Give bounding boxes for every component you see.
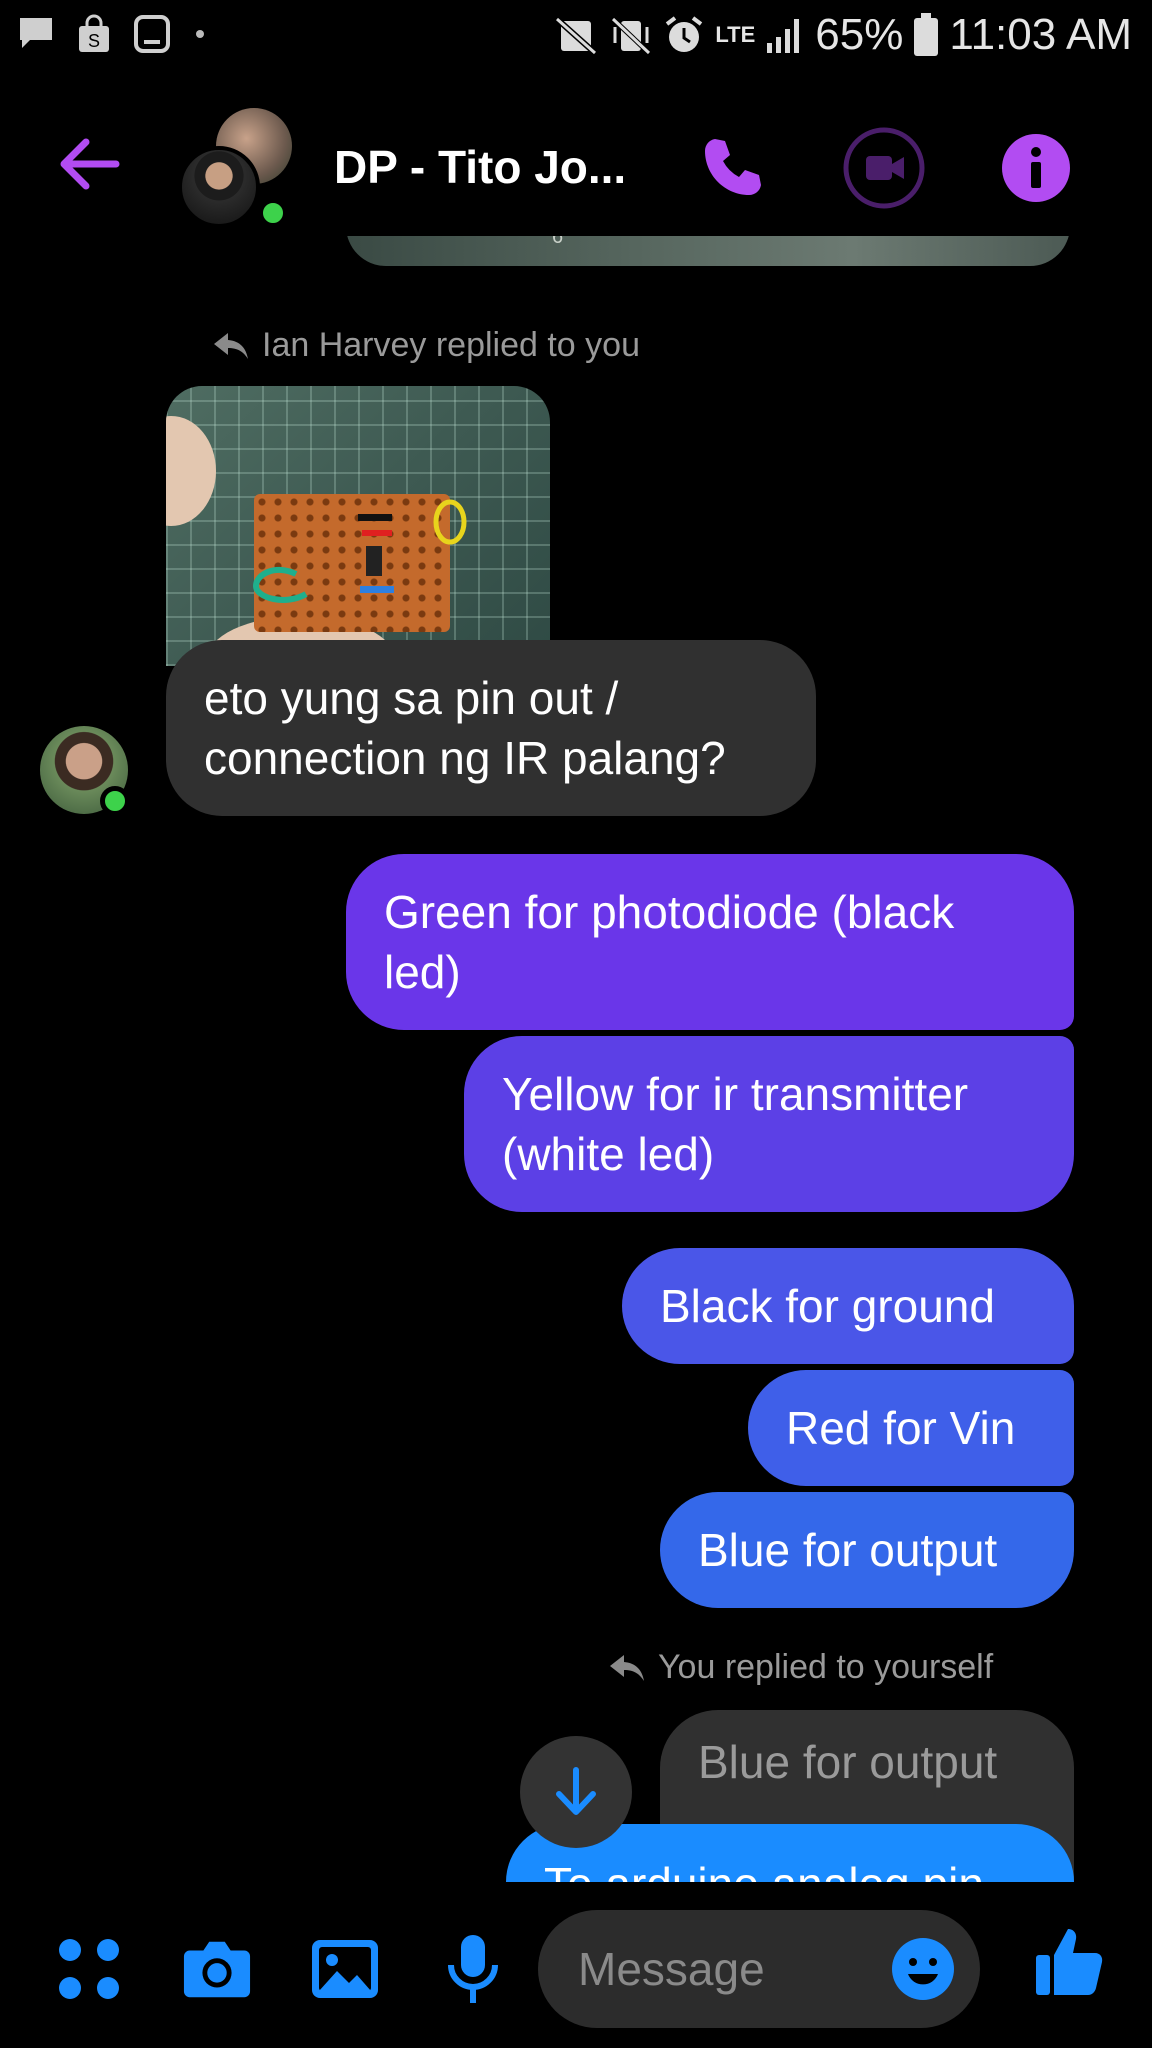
- video-call-button[interactable]: [842, 126, 926, 210]
- battery-percent: 65%: [815, 10, 904, 59]
- network-type: LTE: [715, 22, 756, 47]
- online-indicator: [258, 198, 288, 228]
- svg-text:S: S: [88, 31, 100, 51]
- scroll-to-bottom-button[interactable]: [520, 1736, 632, 1848]
- reply-arrow-icon: [214, 332, 248, 359]
- reply-arrow-icon: [610, 1654, 644, 1681]
- outgoing-message[interactable]: Yellow for ir transmitter (white led): [464, 1036, 1074, 1212]
- voice-message-button[interactable]: [438, 1934, 508, 2004]
- status-bar: S LTE 65% 11:03 AM: [0, 0, 1152, 84]
- shopping-bag-icon: S: [79, 14, 109, 52]
- tablet-icon: [134, 15, 170, 53]
- incoming-message[interactable]: eto yung sa pin out / connection ng IR p…: [166, 640, 816, 816]
- image-icon: [312, 1940, 378, 1998]
- conversation-info-button[interactable]: [994, 126, 1078, 210]
- back-arrow-icon[interactable]: [56, 134, 122, 194]
- message-text: Blue for output: [698, 1524, 998, 1576]
- previous-image-message[interactable]: 5 6: [346, 236, 1070, 266]
- outgoing-message[interactable]: Green for photodiode (black led): [346, 854, 1074, 1030]
- apps-grid-icon: [59, 1939, 119, 1999]
- message-text: Yellow for ir transmitter (white led): [502, 1068, 969, 1180]
- thumbs-up-icon: [1036, 1929, 1103, 1995]
- message-text: To arduino analog pin: [544, 1854, 984, 1882]
- message-composer: [0, 1882, 1152, 2048]
- reply-indicator: You replied to yourself: [608, 1648, 993, 1687]
- outgoing-message[interactable]: Black for ground: [622, 1248, 1074, 1364]
- finger: [166, 416, 216, 526]
- quoted-photo[interactable]: [166, 386, 550, 666]
- conversation-header: DP - Tito Jo...: [0, 96, 1152, 236]
- wire-annotations: [252, 499, 467, 603]
- message-text: eto yung sa pin out / connection ng IR p…: [204, 672, 726, 784]
- gallery-button[interactable]: [310, 1934, 380, 2004]
- message-text: Red for Vin: [786, 1402, 1016, 1454]
- camera-icon: [183, 1941, 251, 1998]
- video-camera-icon: [843, 127, 925, 209]
- message-notification-icon: [20, 18, 52, 48]
- signal-icon: [767, 19, 800, 53]
- vibrate-mute-icon: [611, 17, 652, 55]
- phone-icon: [705, 139, 761, 195]
- battery-icon: [914, 13, 939, 56]
- voice-call-button[interactable]: [690, 126, 774, 210]
- more-actions-button[interactable]: [54, 1934, 124, 2004]
- member-avatar: [178, 146, 260, 228]
- message-field[interactable]: [538, 1910, 980, 2028]
- info-icon: [1002, 134, 1070, 202]
- message-text: Green for photodiode (black led): [384, 886, 955, 998]
- like-button[interactable]: [1034, 1926, 1104, 1996]
- clock: 11:03 AM: [949, 10, 1132, 59]
- outgoing-message[interactable]: Blue for output: [660, 1492, 1074, 1608]
- camera-button[interactable]: [182, 1934, 252, 2004]
- no-sim-icon: [555, 16, 598, 55]
- quoted-text: Blue for output: [698, 1736, 998, 1788]
- group-avatar[interactable]: [178, 108, 298, 228]
- microphone-icon: [448, 1935, 498, 2003]
- reply-note-text: You replied to yourself: [658, 1648, 994, 1686]
- message-text: Black for ground: [660, 1280, 995, 1332]
- ruler-mark: 6: [552, 236, 564, 248]
- reply-note-text: Ian Harvey replied to you: [262, 326, 640, 364]
- alarm-icon: [666, 16, 703, 52]
- ruler-mark: 5: [484, 236, 495, 239]
- arrow-down-icon: [556, 1767, 596, 1815]
- emoji-icon[interactable]: [890, 1936, 956, 2002]
- outgoing-message[interactable]: Red for Vin: [748, 1370, 1074, 1486]
- message-thread[interactable]: 5 6 Ian Harvey replied to you eto yung s…: [0, 236, 1152, 1882]
- reply-indicator: Ian Harvey replied to you: [212, 326, 640, 365]
- more-notifications-dot: [196, 30, 204, 38]
- chat-title[interactable]: DP - Tito Jo...: [334, 140, 626, 194]
- online-indicator: [100, 786, 130, 816]
- message-input[interactable]: [578, 1934, 878, 2004]
